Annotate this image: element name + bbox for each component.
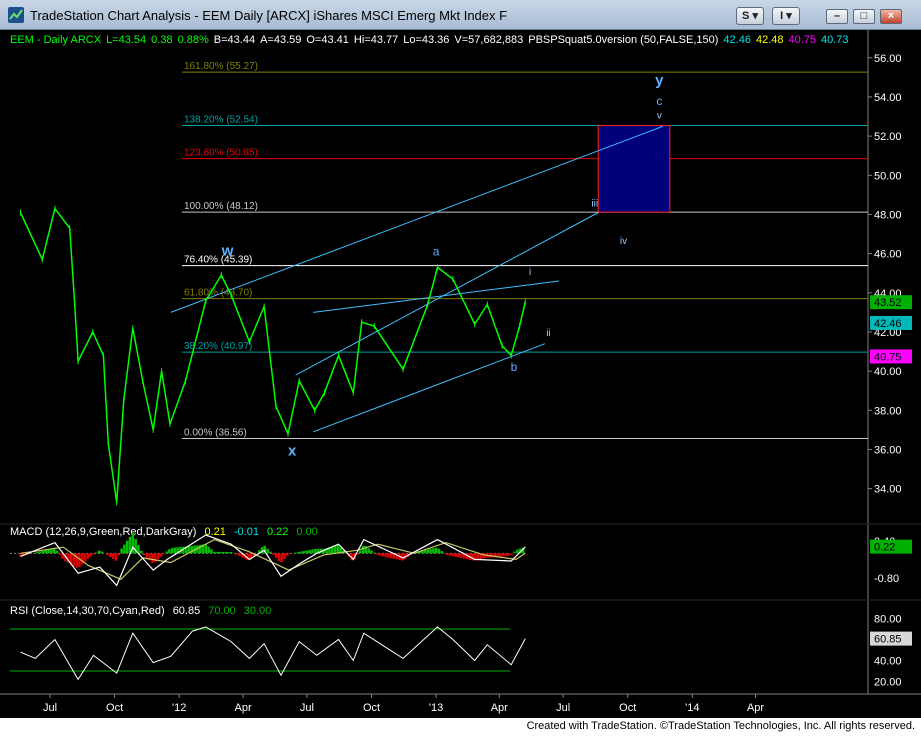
date-tick-label: Apr xyxy=(491,702,508,714)
price-marker-label: 40.75 xyxy=(874,351,902,363)
price-tick-label: 38.00 xyxy=(874,405,902,417)
price-tick-label: 54.00 xyxy=(874,92,902,104)
i-button-label: I xyxy=(780,10,784,22)
rsi-tick-label: 20.00 xyxy=(874,677,902,689)
header-part: EEM - Daily ARCX xyxy=(10,34,102,46)
macd-header: MACD (12,26,9,Green,Red,DarkGray) 0.21 -0.… xyxy=(10,526,318,538)
wave-label: w xyxy=(221,243,234,260)
date-tick-label: Oct xyxy=(106,702,123,714)
price-tick-label: 34.00 xyxy=(874,484,902,496)
s-button-label: S xyxy=(742,10,750,22)
footer-bar: Created with TradeStation. ©TradeStation… xyxy=(0,718,921,736)
close-button[interactable]: × xyxy=(880,9,902,24)
macd-value: -0.01 xyxy=(234,526,259,538)
date-tick-label: '13 xyxy=(429,702,443,714)
price-marker-label: 43.52 xyxy=(874,297,902,309)
header-part: 40.73 xyxy=(821,34,849,46)
wave-label: y xyxy=(655,72,664,89)
rsi-value: 70.00 xyxy=(208,605,236,617)
chevron-down-icon: ▾ xyxy=(786,10,792,22)
header-part: B=43.44 xyxy=(214,34,255,46)
date-tick-label: Jul xyxy=(300,702,314,714)
chevron-down-icon: ▾ xyxy=(752,10,758,22)
date-tick-label: '14 xyxy=(685,702,699,714)
window-title: TradeStation Chart Analysis - EEM Daily … xyxy=(30,8,508,23)
header-part: 42.46 xyxy=(723,34,751,46)
minimize-button[interactable]: – xyxy=(826,9,848,24)
price-tick-label: 48.00 xyxy=(874,209,902,221)
date-tick-label: Oct xyxy=(619,702,636,714)
wave-label: iii xyxy=(591,199,598,210)
price-tick-label: 52.00 xyxy=(874,131,902,143)
header-part: A=43.59 xyxy=(260,34,301,46)
header-part: 0.88% xyxy=(178,34,209,46)
rsi-label: RSI (Close,14,30,70,Cyan,Red) xyxy=(10,605,165,617)
date-tick-label: Apr xyxy=(747,702,764,714)
fib-level-label: 100.00% (48.12) xyxy=(184,201,258,212)
macd-value: 0.22 xyxy=(267,526,288,538)
tradestation-app-icon xyxy=(8,7,24,23)
fib-level-label: 138.20% (52.54) xyxy=(184,115,258,126)
s-menu-button[interactable]: S ▾ xyxy=(736,7,764,25)
fib-level-label: 161.80% (55.27) xyxy=(184,61,258,72)
wave-label: v xyxy=(657,111,662,122)
fib-level-label: 76.40% (45.39) xyxy=(184,255,252,266)
price-tick-label: 50.00 xyxy=(874,170,902,182)
fib-level-label: 0.00% (36.56) xyxy=(184,427,247,438)
rsi-tick-label: 40.00 xyxy=(874,656,902,668)
wave-label: b xyxy=(511,360,518,374)
header-part: Hi=43.77 xyxy=(354,34,398,46)
wave-label: a xyxy=(433,245,440,259)
wave-label: iv xyxy=(620,236,627,247)
header-part: O=43.41 xyxy=(306,34,349,46)
header-part: PBSPSquat5.0version (50,FALSE,150) xyxy=(528,34,718,46)
price-tick-label: 36.00 xyxy=(874,444,902,456)
wave-label: c xyxy=(656,94,662,108)
price-tick-label: 40.00 xyxy=(874,366,902,378)
symbol-header: EEM - Daily ARCX L=43.54 0.38 0.88% B=43.44 A… xyxy=(10,34,849,46)
price-chart[interactable]: 56.0054.0052.0050.0048.0046.0044.0042.00… xyxy=(0,30,921,718)
rsi-value-marker-label: 60.85 xyxy=(874,634,902,646)
macd-tick-label: -0.80 xyxy=(874,573,899,585)
wave-label: x xyxy=(288,442,297,459)
header-part: 42.48 xyxy=(756,34,784,46)
fib-level-label: 123.60% (50.85) xyxy=(184,148,258,159)
restore-button[interactable]: □ xyxy=(853,9,875,24)
header-part: L=43.54 xyxy=(106,34,146,46)
rsi-tick-label: 80.00 xyxy=(874,614,902,626)
i-menu-button[interactable]: I ▾ xyxy=(772,7,800,25)
rsi-value: 60.85 xyxy=(173,605,201,617)
title-bar: TradeStation Chart Analysis - EEM Daily … xyxy=(0,0,921,30)
date-tick-label: Oct xyxy=(363,702,380,714)
date-tick-label: '12 xyxy=(172,702,186,714)
date-tick-label: Jul xyxy=(43,702,57,714)
header-part: V=57,682,883 xyxy=(454,34,523,46)
target-zone-box xyxy=(597,125,671,213)
rsi-header: RSI (Close,14,30,70,Cyan,Red) 60.85 70.00 3… xyxy=(10,605,271,617)
date-tick-label: Apr xyxy=(234,702,251,714)
price-tick-label: 56.00 xyxy=(874,53,902,65)
macd-label: MACD (12,26,9,Green,Red,DarkGray) xyxy=(10,526,196,538)
price-marker-label: 42.46 xyxy=(874,318,902,330)
macd-value-marker-label: 0.22 xyxy=(874,542,895,554)
price-tick-label: 46.00 xyxy=(874,249,902,261)
copyright-credit: Created with TradeStation. ©TradeStation… xyxy=(526,720,915,732)
wave-label: ii xyxy=(546,328,550,339)
fib-level-label: 61.80% (43.70) xyxy=(184,288,252,299)
rsi-value: 30.00 xyxy=(244,605,272,617)
header-part: 0.38 xyxy=(151,34,172,46)
macd-value: 0.00 xyxy=(296,526,317,538)
wave-label: i xyxy=(529,267,531,278)
header-part: 40.75 xyxy=(788,34,816,46)
date-tick-label: Jul xyxy=(556,702,570,714)
header-part: Lo=43.36 xyxy=(403,34,449,46)
